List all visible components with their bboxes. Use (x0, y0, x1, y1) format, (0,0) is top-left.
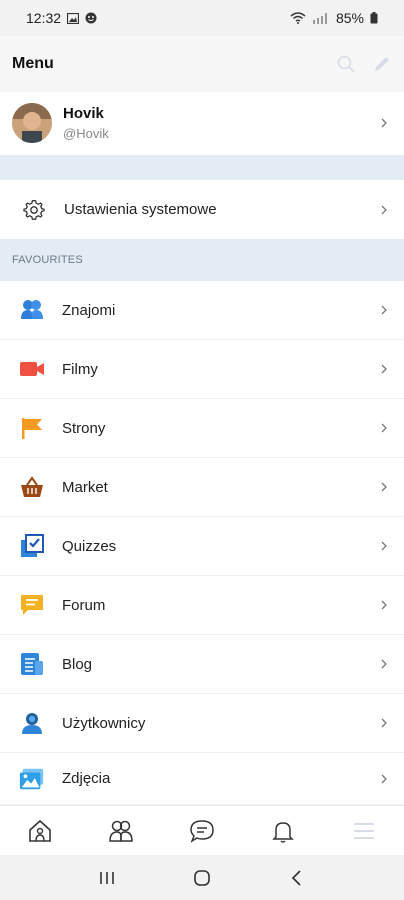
list-item-label: Blog (62, 655, 93, 673)
list-item-strony[interactable]: Strony (0, 399, 404, 458)
battery-percent: 85% (335, 10, 364, 26)
list-item-znajomi[interactable]: Znajomi (0, 281, 404, 340)
chevron-right-icon (381, 482, 387, 492)
chevron-right-icon (381, 305, 387, 315)
bell-icon (271, 821, 294, 843)
friends-nav-icon (109, 820, 133, 842)
list-item-label: Zdjęcia (62, 770, 111, 787)
list-item-label: Filmy (62, 360, 98, 378)
app-header: Menu (0, 36, 404, 92)
chat-icon (190, 819, 214, 843)
chevron-right-icon (381, 541, 387, 551)
chevron-right-icon (381, 118, 387, 128)
recents-icon[interactable] (97, 869, 117, 887)
list-item-zdjecia[interactable]: Zdjęcia (0, 753, 404, 805)
favourites-heading: FAVOURITES (0, 239, 404, 281)
profile-name: Hovik (63, 105, 104, 122)
nav-friends[interactable] (101, 811, 141, 851)
blog-icon (21, 653, 43, 675)
list-item-forum[interactable]: Forum (0, 576, 404, 635)
list-item-filmy[interactable]: Filmy (0, 340, 404, 399)
list-item-market[interactable]: Market (0, 458, 404, 517)
list-item-label: Strony (62, 419, 106, 437)
battery-icon (370, 12, 378, 24)
home-circle-icon[interactable] (192, 868, 212, 888)
nav-chat[interactable] (182, 811, 222, 851)
search-icon[interactable] (336, 54, 356, 74)
list-item-quizzes[interactable]: Quizzes (0, 517, 404, 576)
list-item-label: Forum (62, 596, 106, 614)
settings-row[interactable]: Ustawienia systemowe (0, 180, 404, 239)
quiz-icon (21, 534, 44, 557)
chevron-right-icon (381, 600, 387, 610)
menu-icon (353, 822, 374, 839)
avatar (12, 103, 52, 143)
nav-home[interactable] (20, 811, 60, 851)
profile-handle: @Hovik (63, 126, 109, 141)
home-icon (29, 819, 52, 842)
status-bar: 12:32 85% (0, 0, 404, 36)
list-item-label: Market (62, 478, 108, 496)
chevron-right-icon (381, 364, 387, 374)
users-icon (22, 713, 42, 734)
system-nav (0, 855, 404, 900)
chevron-right-icon (381, 718, 387, 728)
list-item-blog[interactable]: Blog (0, 635, 404, 694)
status-time: 12:32 (26, 10, 62, 26)
list-item-label: Znajomi (62, 301, 116, 319)
page-title: Menu (12, 55, 54, 72)
section-divider (0, 155, 404, 180)
chevron-right-icon (381, 774, 387, 783)
settings-label: Ustawienia systemowe (64, 201, 217, 218)
list-item-label: Użytkownicy (62, 714, 146, 732)
back-icon[interactable] (287, 868, 307, 888)
edit-icon[interactable] (372, 54, 392, 74)
gear-icon (23, 199, 45, 220)
chevron-right-icon (381, 659, 387, 669)
photos-icon (19, 768, 44, 789)
friends-icon (21, 300, 43, 319)
video-icon (20, 362, 44, 376)
flag-icon (22, 418, 42, 439)
list-item-label: Quizzes (62, 537, 117, 555)
basket-icon (21, 476, 43, 497)
chevron-right-icon (381, 205, 387, 214)
forum-icon (21, 595, 43, 615)
signal-icon (312, 13, 327, 24)
profile-row[interactable]: Hovik @Hovik (0, 92, 404, 154)
bottom-nav (0, 805, 404, 855)
notification-icon (85, 12, 97, 24)
gallery-icon (67, 12, 80, 24)
chevron-right-icon (381, 423, 387, 433)
list-item-uzytkownicy[interactable]: Użytkownicy (0, 694, 404, 753)
wifi-icon (290, 12, 306, 24)
nav-menu[interactable] (344, 811, 384, 851)
nav-notifications[interactable] (263, 811, 303, 851)
